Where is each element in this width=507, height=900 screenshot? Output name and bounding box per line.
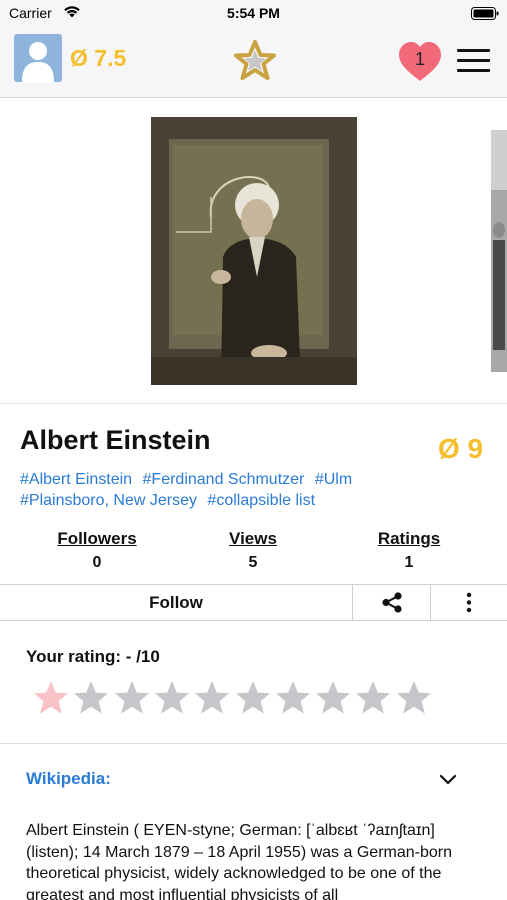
rating-star-icon[interactable] <box>355 680 391 716</box>
rating-star-icon[interactable] <box>235 680 271 716</box>
wikipedia-summary: Albert Einstein ( EYEN-styne; German: [ˈ… <box>26 822 452 900</box>
rating-star-icon[interactable] <box>33 680 69 716</box>
tag-link[interactable]: #Albert Einstein <box>20 471 132 488</box>
rating-stars[interactable] <box>33 680 493 718</box>
chevron-down-icon[interactable] <box>437 768 459 790</box>
stat-ratings[interactable]: Ratings 1 <box>344 529 474 572</box>
rating-star-icon[interactable] <box>114 680 150 716</box>
next-photo-preview[interactable] <box>491 130 507 372</box>
divider <box>0 743 507 744</box>
wikipedia-section-title[interactable]: Wikipedia: <box>26 769 111 789</box>
stat-label: Views <box>229 529 277 548</box>
app-header: Ø 7.5 1 <box>0 26 507 98</box>
favorites-count: 1 <box>414 49 425 69</box>
tag-list: #Albert Einstein #Ferdinand Schmutzer #U… <box>20 469 420 511</box>
rating-star-icon[interactable] <box>194 680 230 716</box>
rating-star-icon[interactable] <box>154 680 190 716</box>
action-bar: Follow <box>0 584 507 621</box>
battery-icon <box>471 7 499 20</box>
rating-star-icon[interactable] <box>396 680 432 716</box>
tag-link[interactable]: #collapsible list <box>207 492 315 509</box>
stat-value: 1 <box>404 554 414 571</box>
stat-followers[interactable]: Followers 0 <box>32 529 162 572</box>
profile-name: Albert Einstein <box>20 425 211 455</box>
stat-label: Ratings <box>377 529 441 548</box>
tag-link[interactable]: #Ulm <box>315 471 352 488</box>
more-button[interactable] <box>431 585 507 620</box>
photo-carousel[interactable] <box>0 98 507 404</box>
rating-star-icon[interactable] <box>73 680 109 716</box>
user-avatar-icon[interactable] <box>14 34 62 82</box>
stat-label: Followers <box>57 529 137 548</box>
status-bar: Carrier 5:54 PM <box>0 0 507 26</box>
share-button[interactable] <box>353 585 431 620</box>
stat-value: 5 <box>248 554 258 571</box>
follow-button[interactable]: Follow <box>0 585 353 620</box>
hamburger-menu-icon[interactable] <box>457 49 490 73</box>
your-rating-label: Your rating: - /10 <box>26 647 160 666</box>
profile-score: Ø 9 <box>438 433 484 464</box>
status-time: 5:54 PM <box>227 5 280 21</box>
more-vertical-icon <box>466 592 472 613</box>
tag-link[interactable]: #Ferdinand Schmutzer <box>143 471 305 488</box>
profile-photo[interactable] <box>151 117 357 385</box>
stat-value: 0 <box>92 554 102 571</box>
star-logo-icon[interactable] <box>230 40 280 82</box>
rating-star-icon[interactable] <box>275 680 311 716</box>
stat-views[interactable]: Views 5 <box>188 529 318 572</box>
tag-link[interactable]: #Plainsboro, New Jersey <box>20 492 197 509</box>
share-icon <box>382 592 402 613</box>
rating-star-icon[interactable] <box>315 680 351 716</box>
stats-row: Followers 0 Views 5 Ratings 1 <box>0 529 507 575</box>
average-score: Ø 7.5 <box>70 45 127 71</box>
